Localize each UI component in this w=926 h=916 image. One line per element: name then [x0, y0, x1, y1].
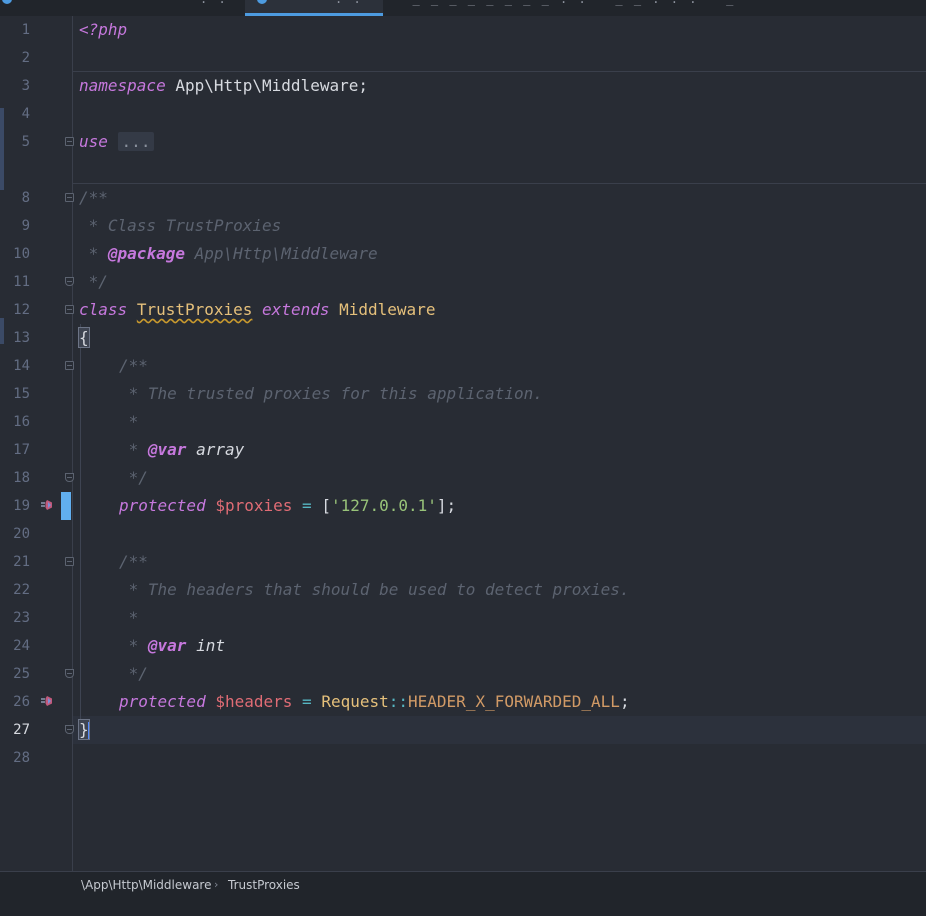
line-number[interactable]: 13	[0, 324, 30, 352]
indent-guide	[80, 324, 81, 734]
fold-icon[interactable]	[65, 725, 74, 734]
code-line-11[interactable]: */	[79, 268, 108, 296]
code-line-12[interactable]: class TrustProxies extends Middleware	[79, 296, 435, 324]
code-line-16[interactable]: *	[119, 408, 139, 436]
fold-icon[interactable]	[65, 361, 74, 370]
line-number[interactable]: 25	[0, 660, 30, 688]
line-number[interactable]: 16	[0, 408, 30, 436]
line-number[interactable]: 12	[0, 296, 30, 324]
text-caret	[87, 721, 90, 740]
line-number[interactable]: 14	[0, 352, 30, 380]
line-number[interactable]: 2	[0, 44, 30, 72]
tab-other-files[interactable]: · _ _ _ _ _ _ _ _ . . · _ _ . . . · _	[388, 0, 926, 16]
line-number[interactable]: 9	[0, 212, 30, 240]
line-number[interactable]: 1	[0, 16, 30, 44]
line-number[interactable]: 17	[0, 436, 30, 464]
method-separator	[73, 183, 926, 184]
code-line-5[interactable]: use ...	[79, 128, 155, 156]
line-number[interactable]: 8	[0, 184, 30, 212]
line-number-current[interactable]: 27	[0, 716, 30, 744]
override-icon[interactable]	[40, 499, 54, 511]
breadcrumb-class[interactable]: TrustProxies	[228, 878, 300, 892]
fold-icon[interactable]	[65, 277, 74, 286]
code-line-13[interactable]: {	[78, 324, 90, 352]
code-line-18[interactable]: */	[119, 464, 148, 492]
php-file-icon	[2, 0, 12, 4]
line-number[interactable]: 20	[0, 520, 30, 548]
fold-icon[interactable]	[65, 305, 74, 314]
line-number[interactable]: 18	[0, 464, 30, 492]
active-tab-indicator	[245, 13, 383, 16]
code-line-21[interactable]: /**	[119, 548, 148, 576]
code-line-24[interactable]: * @var int	[119, 632, 225, 660]
line-number[interactable]: 15	[0, 380, 30, 408]
line-number[interactable]: 4	[0, 100, 30, 128]
matching-brace: {	[78, 327, 90, 348]
line-number[interactable]: 3	[0, 72, 30, 100]
code-line-17[interactable]: * @var array	[119, 436, 245, 464]
tab-active-file[interactable]: . .	[245, 0, 383, 16]
fold-icon[interactable]	[65, 669, 74, 678]
override-icon[interactable]	[40, 695, 54, 707]
code-line-9[interactable]: * Class TrustProxies	[79, 212, 282, 240]
tab-previous-file[interactable]: . .	[0, 0, 240, 16]
breadcrumb-separator-icon: ›	[214, 878, 219, 891]
code-line-1[interactable]: <?php	[79, 16, 127, 44]
fold-icon[interactable]	[65, 193, 74, 202]
code-line-22[interactable]: * The headers that should be used to det…	[119, 576, 630, 604]
code-line-27[interactable]: }	[78, 716, 90, 744]
code-line-15[interactable]: * The trusted proxies for this applicati…	[119, 380, 543, 408]
code-line-10[interactable]: * @package App\Http\Middleware	[79, 240, 378, 268]
class-name: TrustProxies	[136, 300, 253, 319]
line-number[interactable]: 21	[0, 548, 30, 576]
breadcrumb-namespace[interactable]: \App\Http\Middleware	[81, 878, 211, 892]
editor-tab-bar: . . . . · _ _ _ _ _ _ _ _ . . · _ _ . . …	[0, 0, 926, 16]
php-file-icon	[257, 0, 267, 4]
folded-imports[interactable]: ...	[117, 132, 155, 151]
line-number[interactable]: 26	[0, 688, 30, 716]
line-number[interactable]: 24	[0, 632, 30, 660]
code-line-8[interactable]: /**	[79, 184, 108, 212]
line-number[interactable]: 28	[0, 744, 30, 772]
line-number[interactable]: 19	[0, 492, 30, 520]
current-line-highlight	[73, 716, 926, 744]
line-number[interactable]: 23	[0, 604, 30, 632]
code-line-23[interactable]: *	[119, 604, 139, 632]
line-number[interactable]: 22	[0, 576, 30, 604]
code-line-14[interactable]: /**	[119, 352, 148, 380]
line-number[interactable]: 10	[0, 240, 30, 268]
code-line-19[interactable]: protected $proxies = ['127.0.0.1'];	[119, 492, 456, 520]
line-number[interactable]: 11	[0, 268, 30, 296]
code-line-26[interactable]: protected $headers = Request::HEADER_X_F…	[119, 688, 630, 716]
fold-icon[interactable]	[65, 473, 74, 482]
code-line-25[interactable]: */	[119, 660, 148, 688]
line-number[interactable]: 5	[0, 128, 30, 156]
breadcrumb-bar: \App\Http\Middleware › TrustProxies	[0, 871, 926, 916]
code-line-3[interactable]: namespace App\Http\Middleware;	[79, 72, 368, 100]
fold-icon[interactable]	[65, 137, 74, 146]
vcs-change-marker[interactable]	[61, 492, 71, 520]
fold-icon[interactable]	[65, 557, 74, 566]
